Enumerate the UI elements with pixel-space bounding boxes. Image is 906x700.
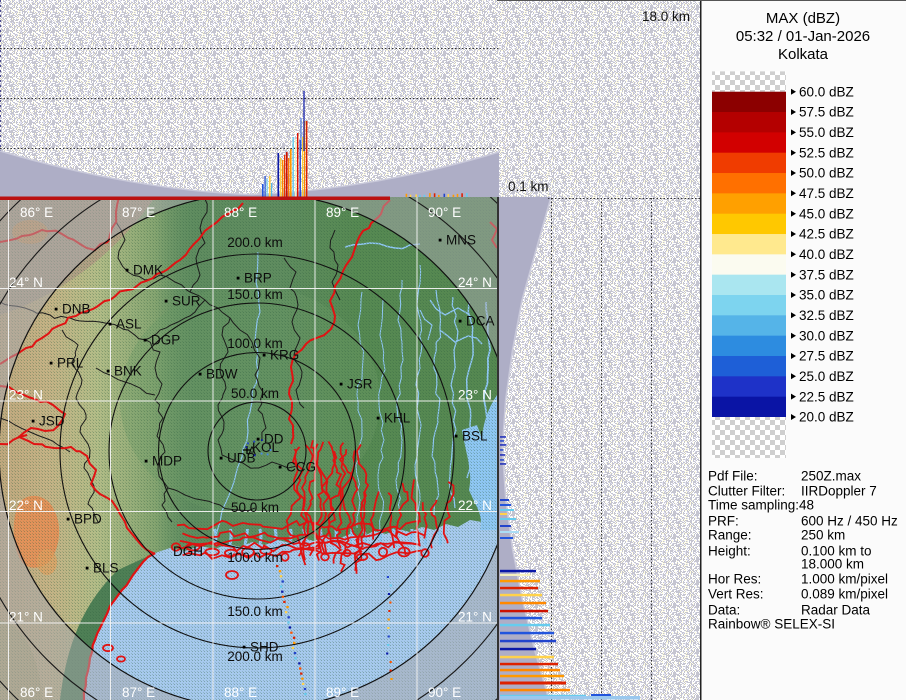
svg-text:BLS: BLS [93,561,119,576]
svg-text:Pdf File:: Pdf File: [708,469,758,484]
svg-text:BDW: BDW [206,367,238,382]
svg-text:DNB: DNB [62,302,91,317]
svg-text:SUR: SUR [172,294,201,309]
svg-text:MDP: MDP [152,454,182,469]
svg-text:24° N: 24° N [9,275,43,290]
svg-text:90° E: 90° E [428,685,461,700]
svg-text:PRL: PRL [57,356,84,371]
svg-text:23° N: 23° N [458,388,492,403]
svg-text:Range:: Range: [708,528,752,543]
svg-text:18.000 km: 18.000 km [801,557,864,572]
svg-text:JSR: JSR [347,377,373,392]
svg-text:DGH: DGH [173,544,203,559]
svg-text:22.5 dBZ: 22.5 dBZ [799,389,854,404]
svg-text:23° N: 23° N [9,388,43,403]
svg-text:30.0 dBZ: 30.0 dBZ [799,328,854,343]
svg-text:86° E: 86° E [20,685,53,700]
svg-text:KRG: KRG [270,348,299,363]
svg-text:DGP: DGP [151,333,180,348]
svg-text:22° N: 22° N [9,498,43,513]
svg-text:BNK: BNK [114,364,142,379]
svg-text:DCA: DCA [466,314,495,329]
svg-text:50.0 km: 50.0 km [231,386,279,401]
svg-text:SHD: SHD [250,640,279,655]
svg-text:250 km: 250 km [801,528,845,543]
svg-text:22° N: 22° N [458,498,492,513]
svg-text:86° E: 86° E [20,205,53,220]
svg-text:89° E: 89° E [326,205,359,220]
svg-text:50.0 km: 50.0 km [231,500,279,515]
svg-text:52.5 dBZ: 52.5 dBZ [799,145,854,160]
svg-text:0.1 km: 0.1 km [508,179,549,194]
svg-text:Time sampling:48: Time sampling:48 [708,498,814,513]
svg-text:21° N: 21° N [9,610,43,625]
svg-text:BSL: BSL [462,429,488,444]
svg-text:45.0 dBZ: 45.0 dBZ [799,206,854,221]
svg-text:BPD: BPD [74,512,102,527]
svg-text:40.0 dBZ: 40.0 dBZ [799,247,854,262]
svg-text:87° E: 87° E [122,685,155,700]
svg-text:250Z.max: 250Z.max [801,469,861,484]
svg-text:Rainbow® SELEX-SI: Rainbow® SELEX-SI [708,617,835,632]
svg-text:PRF:: PRF: [708,514,739,529]
svg-text:18.0 km: 18.0 km [642,9,690,24]
svg-text:24° N: 24° N [458,275,492,290]
svg-text:Height:: Height: [708,544,751,559]
svg-text:Kolkata: Kolkata [778,46,829,63]
svg-text:87° E: 87° E [122,205,155,220]
svg-text:57.5 dBZ: 57.5 dBZ [799,105,854,120]
svg-text:21° N: 21° N [458,610,492,625]
svg-text:55.0 dBZ: 55.0 dBZ [799,125,854,140]
svg-text:DMK: DMK [133,263,163,278]
svg-text:150.0 km: 150.0 km [227,604,283,619]
svg-text:32.5 dBZ: 32.5 dBZ [799,308,854,323]
svg-text:50.0 dBZ: 50.0 dBZ [799,166,854,181]
svg-text:35.0 dBZ: 35.0 dBZ [799,288,854,303]
svg-text:42.5 dBZ: 42.5 dBZ [799,227,854,242]
svg-text:Data:: Data: [708,603,740,618]
svg-text:89° E: 89° E [326,685,359,700]
svg-text:25.0 dBZ: 25.0 dBZ [799,369,854,384]
svg-text:20.0 dBZ: 20.0 dBZ [799,410,854,425]
svg-text:IIRDoppler 7: IIRDoppler 7 [801,484,877,499]
svg-text:JSD: JSD [39,414,65,429]
svg-text:Clutter Filter:: Clutter Filter: [708,484,785,499]
svg-text:KOL: KOL [252,440,280,455]
svg-text:600 Hz / 450 Hz: 600 Hz / 450 Hz [801,514,898,529]
svg-text:88° E: 88° E [224,685,257,700]
svg-text:ASL: ASL [116,317,142,332]
svg-text:60.0 dBZ: 60.0 dBZ [799,84,854,99]
svg-text:100.0 km: 100.0 km [227,550,283,565]
svg-text:MAX (dBZ): MAX (dBZ) [766,10,840,27]
svg-text:BRP: BRP [244,271,272,286]
svg-text:88° E: 88° E [224,205,257,220]
svg-text:27.5 dBZ: 27.5 dBZ [799,349,854,364]
svg-text:CCG: CCG [286,460,316,475]
svg-text:47.5 dBZ: 47.5 dBZ [799,186,854,201]
svg-text:Radar Data: Radar Data [801,603,871,618]
svg-text:90° E: 90° E [428,205,461,220]
svg-text:Vert Res:: Vert Res: [708,587,764,602]
svg-text:37.5 dBZ: 37.5 dBZ [799,267,854,282]
svg-text:Hor Res:: Hor Res: [708,572,761,587]
svg-text:1.000 km/pixel: 1.000 km/pixel [801,572,888,587]
svg-text:KHL: KHL [384,411,411,426]
svg-text:150.0 km: 150.0 km [227,287,283,302]
svg-text:0.089 km/pixel: 0.089 km/pixel [801,587,888,602]
svg-text:MNS: MNS [446,233,476,248]
svg-text:200.0 km: 200.0 km [227,235,283,250]
svg-text:05:32 / 01-Jan-2026: 05:32 / 01-Jan-2026 [736,28,870,45]
